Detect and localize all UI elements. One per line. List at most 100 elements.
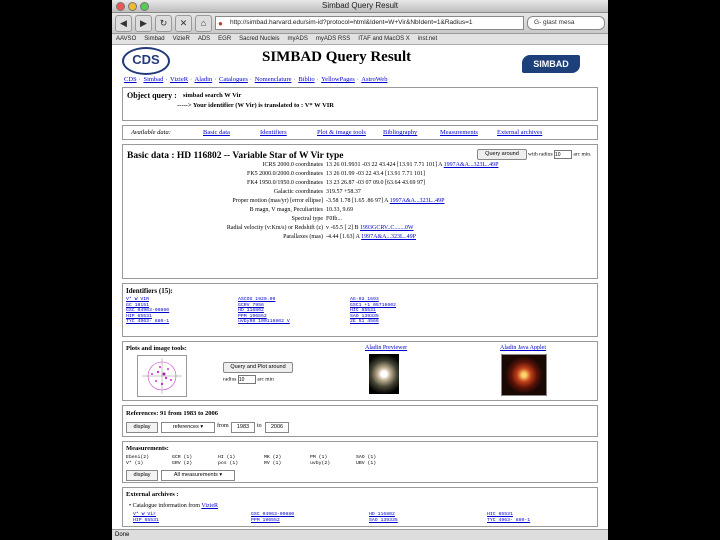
data-row: FK5 2000.0/2000.0 coordinates 13 26 01.99… xyxy=(123,170,597,179)
identifier-link[interactable]: 2E 51 4566 xyxy=(350,319,462,325)
nav-link[interactable]: CDS xyxy=(124,76,137,83)
identifiers-box: Identifiers (15): V* W VIR ASCOS 1920.09… xyxy=(122,283,598,337)
row-value: 13 26 01.99 -03 22 43.4 [13.91 7.71 101] xyxy=(326,171,425,177)
forward-icon[interactable]: ▶ xyxy=(135,14,152,32)
search-field[interactable]: G- glast mesa xyxy=(527,16,605,30)
aladin-applet-link[interactable]: Aladin Java Applet xyxy=(500,345,546,351)
address-bar[interactable]: ● http://simbad.harvard.edu/sim-id?protoc… xyxy=(215,16,524,30)
references-select[interactable]: references ▾ xyxy=(161,422,215,433)
radius-label: radius xyxy=(223,376,237,383)
nav-link[interactable]: Aladin xyxy=(195,76,213,83)
measurement-item[interactable]: GRV (2) xyxy=(172,461,218,467)
link-plot-tools[interactable]: Plot & image tools xyxy=(317,129,383,136)
measurements-grid: Ebeni(2) GCR (1) HI (1) MK (2) PM (1) SA… xyxy=(126,455,402,467)
aladin-applet-image[interactable] xyxy=(501,354,547,396)
nav-link[interactable]: Nomenclature xyxy=(255,76,292,83)
identifier-link[interactable]: TYC 4963- 880-1 xyxy=(126,319,238,325)
bookmark-item[interactable]: EGR xyxy=(218,34,231,44)
archive-link[interactable]: HIP 65531 xyxy=(133,518,251,524)
nav-link[interactable]: VizieR xyxy=(170,76,188,83)
bookmark-item[interactable]: VizieR xyxy=(173,34,190,44)
measurement-item[interactable]: RV (1) xyxy=(264,461,310,467)
ref-link[interactable]: 1997A&A...323L..49P xyxy=(361,234,416,240)
plots-heading: Plots and image tools: xyxy=(126,345,187,352)
data-row: Radial velocity (v:Km/s) or Redshift (z)… xyxy=(123,224,597,233)
page-title: SIMBAD Query Result xyxy=(262,49,412,65)
display-measurements-button[interactable]: display xyxy=(126,470,158,481)
to-year-input[interactable]: 2006 xyxy=(265,422,289,433)
measurements-select[interactable]: All measurements ▾ xyxy=(161,470,235,481)
bookmark-item[interactable]: ITAF and MacOS X xyxy=(358,34,410,44)
bookmarks-bar: AAVSO Simbad VizieR ADS EGR Sacred Nucle… xyxy=(112,34,608,45)
basic-data-title: Basic data : HD 116802 -- Variable Star … xyxy=(127,151,344,161)
arcmin-label: arc min xyxy=(257,376,274,383)
available-data-bar: Available data: Basic data Identifiers P… xyxy=(122,125,598,140)
aladin-preview-image[interactable] xyxy=(369,354,399,394)
zoom-button[interactable] xyxy=(140,2,149,11)
bookmark-item[interactable]: Sacred Nucleis xyxy=(239,34,279,44)
bookmark-item[interactable]: Simbad xyxy=(144,34,164,44)
ref-link[interactable]: 1997A&A...323L..49P xyxy=(444,162,499,168)
display-references-button[interactable]: display xyxy=(126,422,158,433)
bookmark-item[interactable]: ADS xyxy=(198,34,210,44)
home-icon[interactable]: ⌂ xyxy=(195,14,212,32)
nav-link[interactable]: Biblio xyxy=(298,76,314,83)
from-label: from xyxy=(217,423,229,429)
bookmark-item[interactable]: AAVSO xyxy=(116,34,136,44)
measurement-item[interactable]: V* (1) xyxy=(126,461,172,467)
query-text: simbad search W Vir xyxy=(183,92,242,99)
row-key: Spectral type xyxy=(291,216,324,222)
ref-link[interactable]: 1993GCRV..C.......0W xyxy=(360,225,414,231)
plot-radius-control: radius arc min xyxy=(223,375,274,384)
simbad-logo[interactable]: SIMBAD xyxy=(522,55,580,73)
cds-logo[interactable]: CDS xyxy=(122,47,170,75)
link-identifiers[interactable]: Identifiers xyxy=(260,129,317,136)
link-external-archives[interactable]: External archives xyxy=(497,129,554,136)
ref-link[interactable]: 1997A&A...323L..49P xyxy=(390,198,445,204)
back-icon[interactable]: ◀ xyxy=(115,14,132,32)
stop-icon[interactable]: ✕ xyxy=(175,14,192,32)
reload-icon[interactable]: ↻ xyxy=(155,14,172,32)
identifier-link[interactable] xyxy=(462,314,574,320)
plot-radius-input[interactable] xyxy=(237,375,256,384)
bookmark-item[interactable]: inst.net xyxy=(418,34,437,44)
archive-link[interactable]: TYC 4963- 880-1 xyxy=(487,518,605,524)
plots-box: Plots and image tools: Query and Plot ar… xyxy=(122,341,598,401)
archive-link[interactable]: SAO 139335 xyxy=(369,518,487,524)
query-plot-button[interactable]: Query and Plot around xyxy=(223,362,293,373)
identifier-link[interactable]: uvby98 100116802 V xyxy=(238,319,350,325)
sky-plot-thumbnail[interactable] xyxy=(137,355,187,397)
row-value: 10.33, 9.69 xyxy=(326,207,353,213)
measurement-item[interactable]: pos (1) xyxy=(218,461,264,467)
identifiers-heading: Identifiers (15): xyxy=(126,287,173,295)
external-archives-heading: External archives : xyxy=(126,491,179,498)
measurement-item[interactable]: UBV (1) xyxy=(356,461,402,467)
window-controls[interactable] xyxy=(116,2,149,11)
nav-link[interactable]: Simbad xyxy=(143,76,163,83)
from-year-input[interactable]: 1983 xyxy=(231,422,255,433)
nav-link[interactable]: AstroWeb xyxy=(361,76,387,83)
query-around-button[interactable]: Query around xyxy=(477,149,527,160)
link-measurements[interactable]: Measurements xyxy=(440,129,497,136)
row-value: 13 26 01.9931 -03 22 43.424 [13.91 7.71 … xyxy=(326,162,499,168)
catalogue-info: • Catalogue information from VizieR xyxy=(129,503,218,509)
browser-window: Simbad Query Result ◀ ▶ ↻ ✕ ⌂ ● http://si… xyxy=(112,0,608,540)
site-icon: ● xyxy=(218,19,223,28)
row-key: B magn, V magn, Peculiarities xyxy=(249,207,323,213)
close-button[interactable] xyxy=(116,2,125,11)
radius-input[interactable] xyxy=(553,150,572,159)
page-content: CDS SIMBAD Query Result SIMBAD CDS · Simb… xyxy=(112,45,608,529)
row-value: -4.44 [1.63] A 1997A&A...323L..49P xyxy=(326,234,417,240)
nav-link[interactable]: YellowPages xyxy=(321,76,355,83)
vizier-link[interactable]: VizieR xyxy=(201,503,218,509)
bookmark-item[interactable]: myADS RSS xyxy=(316,34,350,44)
nav-link[interactable]: Catalogues xyxy=(219,76,248,83)
row-value: v -65.5 [ 2] B 1993GCRV..C.......0W xyxy=(326,225,414,231)
link-basic-data[interactable]: Basic data xyxy=(203,129,260,136)
bookmark-item[interactable]: myADS xyxy=(288,34,308,44)
archive-link[interactable]: PPM 196552 xyxy=(251,518,369,524)
aladin-previewer-link[interactable]: Aladin Previewer xyxy=(365,345,407,351)
link-bibliography[interactable]: Bibliography xyxy=(383,129,440,136)
measurement-item[interactable]: uvby(2) xyxy=(310,461,356,467)
minimize-button[interactable] xyxy=(128,2,137,11)
